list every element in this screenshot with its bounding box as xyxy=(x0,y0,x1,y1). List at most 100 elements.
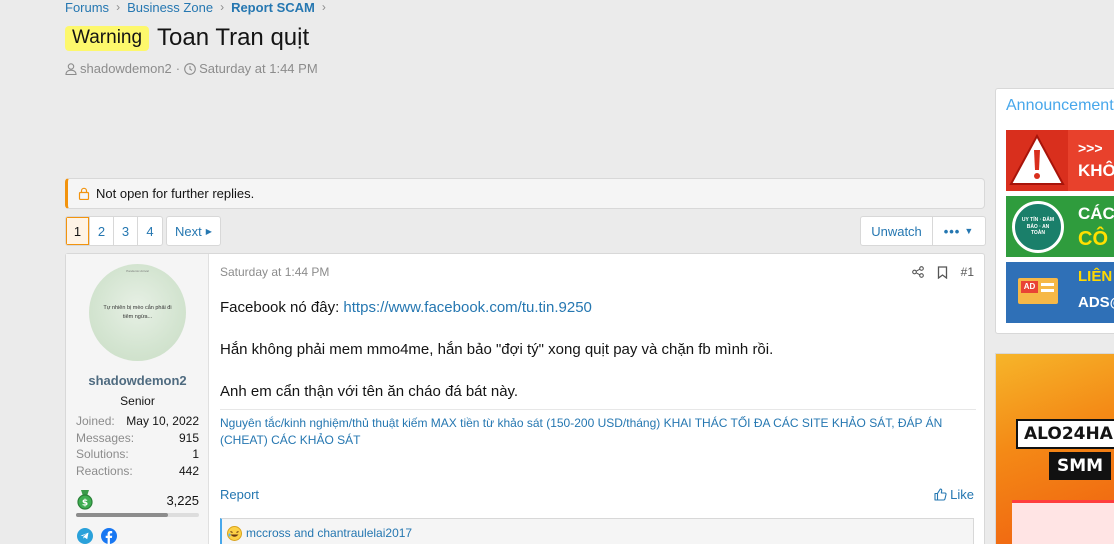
breadcrumb: Forums › Business Zone › Report SCAM › xyxy=(65,0,333,15)
banner-2-line-2: CÔ xyxy=(1078,228,1108,250)
prefix-label-warning[interactable]: Warning xyxy=(65,25,150,51)
telegram-icon[interactable] xyxy=(77,528,93,544)
stat-label: Joined: xyxy=(76,414,115,428)
share-icon[interactable] xyxy=(911,266,924,278)
post-line-1-text: Facebook nó đây: xyxy=(220,299,344,316)
banner-3-line-2: ADS@ xyxy=(1078,294,1114,311)
ad-board-icon: AD xyxy=(1018,278,1058,304)
stat-label: Messages: xyxy=(76,430,135,445)
stat-reactions: Reactions: 442 xyxy=(76,464,199,481)
page-4-button[interactable]: 4 xyxy=(138,217,162,245)
post-main: Saturday at 1:44 PM #1 Facebook nó đây: … xyxy=(209,254,984,544)
page-1-button[interactable]: 1 xyxy=(66,217,90,245)
announcements-title: Announcements xyxy=(1006,97,1114,114)
stat-label: Reactions: xyxy=(76,463,133,478)
sidebar-ad[interactable]: ALO24HA SMM xyxy=(995,353,1114,544)
post-message: Pandemic Arrival Tự nhiên bị mèo cắn phả… xyxy=(65,253,985,544)
reactions-bar[interactable]: mccross and chantraulelai2017 xyxy=(220,518,974,544)
facebook-link[interactable]: https://www.facebook.com/tu.tin.9250 xyxy=(343,299,591,316)
reactions-users: mccross and chantraulelai2017 xyxy=(246,526,413,540)
page-2-button[interactable]: 2 xyxy=(90,217,114,245)
stat-messages: Messages: 915 xyxy=(76,431,199,448)
trusted-badge-text: UY TÍN · ĐẢM BẢO · AN TOÀN xyxy=(1021,217,1055,237)
post-header-icons: #1 xyxy=(911,265,974,279)
locked-notice: Not open for further replies. xyxy=(65,178,985,209)
user-title: Senior xyxy=(120,394,155,408)
ad-board-line xyxy=(1041,283,1054,286)
like-label: Like xyxy=(950,487,974,502)
thread-title-row: Warning Toan Tran quịt xyxy=(65,24,309,52)
warning-icon xyxy=(1006,130,1068,191)
stat-value: 442 xyxy=(178,463,199,478)
banner-1-line-2: KHÔN xyxy=(1078,161,1114,180)
stat-solutions: Solutions: 1 xyxy=(76,447,199,464)
chevron-right-icon: › xyxy=(116,0,121,14)
ad-board-line xyxy=(1041,289,1054,292)
thread-actions: Unwatch ••• ▼ xyxy=(860,216,986,246)
like-button[interactable]: Like xyxy=(934,487,974,502)
announcements-block: Announcements >>> KHÔN UY TÍN · ĐẢM BẢO … xyxy=(995,88,1114,334)
svg-text:$: $ xyxy=(82,499,88,509)
points-value: 3,225 xyxy=(166,492,199,508)
next-page-button[interactable]: Next ▶ xyxy=(166,216,221,246)
breadcrumb-forums[interactable]: Forums xyxy=(65,0,109,15)
avatar-top-text: Pandemic Arrival xyxy=(126,269,149,273)
post-footer: Report Like xyxy=(220,487,974,502)
clock-icon xyxy=(184,62,196,75)
thread-date[interactable]: Saturday at 1:44 PM xyxy=(199,61,318,76)
username[interactable]: shadowdemon2 xyxy=(66,373,209,388)
breadcrumb-report-scam[interactable]: Report SCAM xyxy=(231,0,315,15)
avatar[interactable]: Pandemic Arrival Tự nhiên bị mèo cắn phả… xyxy=(89,264,186,361)
points-progress-fill xyxy=(76,513,169,517)
ad-label-brand: ALO24HA xyxy=(1016,419,1114,449)
signature-link[interactable]: Nguyên tắc/kinh nghiệm/thủ thuật kiếm MA… xyxy=(220,415,976,449)
banner-3-line-1: LIÊN xyxy=(1078,268,1113,285)
page-3-button[interactable]: 3 xyxy=(114,217,138,245)
post-date[interactable]: Saturday at 1:44 PM xyxy=(220,265,329,279)
user-socials xyxy=(77,528,117,544)
meta-separator: · xyxy=(175,61,181,76)
pagination: 1 2 3 4 Next ▶ xyxy=(65,216,221,246)
trusted-badge-icon: UY TÍN · ĐẢM BẢO · AN TOÀN xyxy=(1012,201,1064,253)
bookmark-icon[interactable] xyxy=(937,265,948,279)
avatar-text: Tự nhiên bị mèo cắn phải đi tiêm ngừa... xyxy=(103,304,172,320)
medal-icon[interactable]: $ xyxy=(76,490,94,510)
post-number[interactable]: #1 xyxy=(961,265,974,279)
laugh-emoji-icon xyxy=(227,525,242,541)
ad-footer-panel xyxy=(1012,500,1114,544)
chevron-right-icon: › xyxy=(220,0,225,14)
announcement-banner-1[interactable]: >>> KHÔN xyxy=(1006,130,1114,191)
points-row: $ 3,225 xyxy=(76,490,199,510)
ad-background: ALO24HA SMM xyxy=(996,354,1114,544)
caret-right-icon: ▶ xyxy=(205,226,212,236)
stat-label: Solutions: xyxy=(76,447,129,461)
points-progress-bar xyxy=(76,513,199,517)
unwatch-button[interactable]: Unwatch xyxy=(861,217,933,245)
page-title: Toan Tran quịt xyxy=(157,24,310,51)
announcement-banner-3[interactable]: AD LIÊN ADS@ xyxy=(1006,262,1114,323)
stat-value: May 10, 2022 xyxy=(126,414,199,428)
post-body: Facebook nó đây: https://www.facebook.co… xyxy=(220,297,773,423)
announcement-banner-2[interactable]: UY TÍN · ĐẢM BẢO · AN TOÀN CÁC CÔ xyxy=(1006,196,1114,257)
user-icon xyxy=(65,62,77,75)
user-stats: Joined: May 10, 2022 Messages: 915 Solutio… xyxy=(76,414,199,480)
thread-author[interactable]: shadowdemon2 xyxy=(80,61,172,76)
banner-1-line-1: >>> xyxy=(1078,140,1103,156)
post-user-cell: Pandemic Arrival Tự nhiên bị mèo cắn phả… xyxy=(66,254,209,544)
report-link[interactable]: Report xyxy=(220,487,259,502)
page-list: 1 2 3 4 xyxy=(65,216,163,246)
ad-board-label: AD xyxy=(1021,281,1038,293)
post-line-1: Facebook nó đây: https://www.facebook.co… xyxy=(220,297,773,318)
facebook-icon[interactable] xyxy=(101,528,117,544)
lock-icon xyxy=(78,187,90,200)
thumbs-up-icon xyxy=(934,488,947,501)
more-dots: ••• xyxy=(943,223,961,239)
breadcrumb-business-zone[interactable]: Business Zone xyxy=(127,0,213,15)
post-line-2: Hắn không phải mem mmo4me, hắn bảo "đợi … xyxy=(220,341,774,358)
post-line-3: Anh em cẩn thận với tên ăn cháo đá bát n… xyxy=(220,383,519,400)
signature-divider xyxy=(220,409,976,410)
more-options-button[interactable]: ••• ▼ xyxy=(933,217,985,245)
caret-down-icon: ▼ xyxy=(964,226,975,236)
notice-text: Not open for further replies. xyxy=(96,186,255,201)
chevron-right-icon: › xyxy=(321,0,326,14)
